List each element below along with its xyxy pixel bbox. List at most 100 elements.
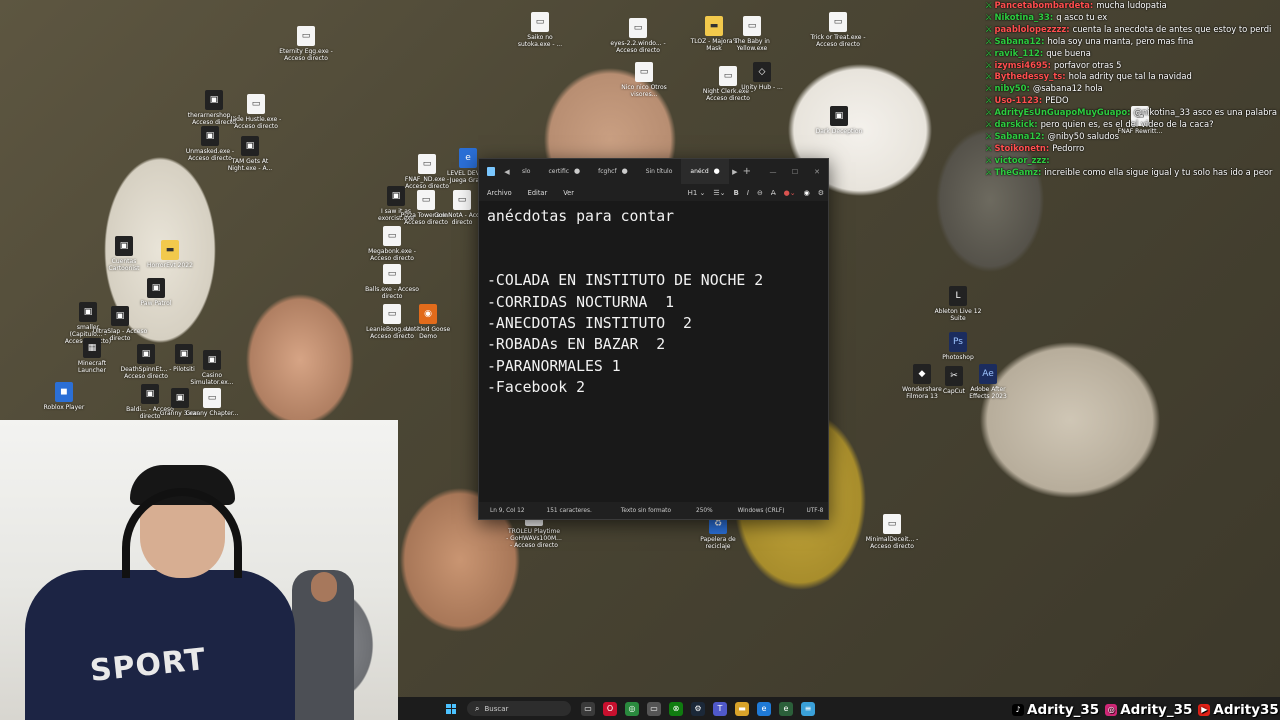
chat-message: ⚔ Stoikonetn: Pedorro <box>985 143 1280 155</box>
heading-select[interactable]: H1 ⌄ <box>688 189 706 197</box>
desktop-icon[interactable]: ▣ Dark Deception <box>811 106 867 135</box>
notepad-icon[interactable]: ≡ <box>801 701 815 716</box>
desktop-icon[interactable]: Ps Photoshop <box>930 332 986 361</box>
file-icon: ▭ <box>883 514 901 534</box>
game-icon: ▣ <box>115 236 133 256</box>
desktop-icon[interactable]: ▭ Megabonk.exe - Acceso directo <box>364 226 420 262</box>
new-tab-button[interactable]: + <box>741 166 753 177</box>
notepad-tab[interactable]: anécd ● <box>681 159 729 184</box>
sword-badge-icon: ⚔ <box>985 130 993 141</box>
account-icon[interactable]: ◉ <box>804 189 810 197</box>
roblox-icon: ◼ <box>55 382 73 402</box>
text-line: -PARANORMALES 1 <box>487 357 621 375</box>
desktop-icon[interactable]: ◼ Roblox Player <box>36 382 92 411</box>
desktop-icon[interactable]: ▣ Paw Patrol <box>128 278 184 307</box>
desktop-icon[interactable]: ▭ Eternity Egg.exe - Acceso directo <box>278 26 334 62</box>
file-icon: ▭ <box>383 226 401 246</box>
stream-chat-overlay: ⚔ Pancetabombardeta: mucha ludopatia ⚔ Nikot… <box>985 0 1280 179</box>
game-icon: ▣ <box>205 90 223 110</box>
desktop-icon[interactable]: ◉ Untitled Goose Demo <box>400 304 456 340</box>
maximize-icon[interactable]: ☐ <box>784 168 806 176</box>
chat-message: ⚔ victoor_zzz: <box>985 155 1280 167</box>
chat-username: Bythedessy_ts: <box>994 71 1066 82</box>
desktop-icon[interactable]: Ae Adobe After Effects 2023 <box>960 364 1016 400</box>
teams-icon[interactable]: T <box>713 701 727 716</box>
settings-gear-icon[interactable]: ⚙ <box>818 189 824 197</box>
desktop-icon[interactable]: ▣ Casino Simulator.ex... <box>184 350 240 386</box>
minimize-icon[interactable]: — <box>762 168 784 176</box>
streamer-body <box>25 570 295 720</box>
sword-badge-icon: ⚔ <box>985 47 993 58</box>
notepad-text-area[interactable]: anécdotas para contar -COLADA EN INSTITUT… <box>479 201 828 502</box>
list-format-icon[interactable]: ☰⌄ <box>713 189 725 197</box>
chat-message: ⚔ Sabana12: @niby50 saludos <box>985 131 1280 143</box>
steam-icon[interactable]: ⚙ <box>691 701 705 716</box>
taskbar-search[interactable]: ⌕ Buscar <box>467 701 571 716</box>
folder-icon: ▬ <box>161 240 179 260</box>
notepad-tab[interactable]: fcghcf ● <box>589 159 637 184</box>
chat-message: ⚔ Sabana12: hola soy una manta, pero mas f… <box>985 36 1280 48</box>
tab-label: anécd <box>690 168 709 175</box>
file-icon: ▭ <box>453 190 471 210</box>
desktop-icon[interactable]: ▭ Trick or Treat.exe - Acceso directo <box>810 12 866 48</box>
desktop-icon[interactable]: ▭ The Baby in Yellow.exe <box>724 16 780 52</box>
folder-icon[interactable]: ▬ <box>735 701 749 716</box>
file-icon: ▭ <box>247 94 265 114</box>
desktop-icon[interactable]: ▬ HorrorEvt 2022 <box>142 240 198 269</box>
notepad-tab[interactable]: certific ● <box>539 159 589 184</box>
sword-badge-icon: ⚔ <box>985 119 993 130</box>
file-icon[interactable]: ▭ <box>647 701 661 716</box>
game-icon: ▣ <box>203 350 221 370</box>
desktop-icon[interactable]: ▭ Nico nico Otros visores... <box>616 62 672 98</box>
clear-format-icon[interactable]: A̶ <box>771 189 776 197</box>
italic-icon[interactable]: I <box>747 189 749 197</box>
copilot-icon[interactable]: ●⌄ <box>784 189 796 197</box>
windows-start-icon[interactable] <box>446 703 456 714</box>
chat-message: ⚔ niby50: @sabana12 hola <box>985 83 1280 95</box>
bold-icon[interactable]: B <box>734 189 739 197</box>
desktop-icon-label: Minecraft Launcher <box>77 360 107 374</box>
tab-scroll-left-icon[interactable]: ◀ <box>501 168 513 176</box>
desktop-icon[interactable]: ▣ UltraSlap - Acceso directo <box>92 306 148 342</box>
tab-scroll-right-icon[interactable]: ▶ <box>729 168 741 176</box>
file-explorer-icon[interactable]: ▭ <box>581 701 595 716</box>
notepad-tab[interactable]: Sin título <box>637 159 682 184</box>
desktop-icon[interactable]: ▭ Jade Hustle.exe - Acceso directo <box>228 94 284 130</box>
social-youtube: ▶ Adrity35 <box>1198 702 1279 718</box>
folder-icon: ▬ <box>705 16 723 36</box>
edge-dev-icon[interactable]: e <box>779 701 793 716</box>
edge-icon[interactable]: e <box>757 701 771 716</box>
file-icon: ▭ <box>203 388 221 408</box>
chat-text: @niby50 saludos <box>1047 130 1120 141</box>
webcam-overlay: SPORT <box>0 420 398 720</box>
notepad-tab[interactable]: slo <box>513 159 539 184</box>
menu-editar[interactable]: Editar <box>520 189 556 197</box>
desktop-icon[interactable]: ◇ Unity Hub - ... <box>734 62 790 91</box>
desktop-icon-label: Granny Chapter... <box>185 410 239 417</box>
text-line: anécdotas para contar <box>487 208 675 225</box>
close-icon[interactable]: ✕ <box>806 168 828 176</box>
chat-text: Pedorro <box>1052 142 1085 153</box>
desktop-icon[interactable]: L Ableton Live 12 Suite <box>930 286 986 322</box>
file-icon: ▭ <box>418 154 436 174</box>
desktop-icon[interactable]: ▭ Saiko no sutoka.exe - ... <box>512 12 568 48</box>
chrome-icon[interactable]: ◎ <box>625 701 639 716</box>
tab-label: Sin título <box>645 168 673 175</box>
opera-icon[interactable]: O <box>603 701 617 716</box>
chat-text: pero quien es, es el del video de la cac… <box>1040 119 1214 130</box>
desktop-icon[interactable]: ▭ Balls.exe - Acceso directo <box>364 264 420 300</box>
menu-archivo[interactable]: Archivo <box>479 189 520 197</box>
social-tiktok: ♪ Adrity_35 <box>1012 702 1099 718</box>
unsaved-dot-icon: ● <box>574 167 581 175</box>
xbox-icon[interactable]: ⊗ <box>669 701 683 716</box>
desktop-icon[interactable]: ▭ eyes-2.2.windo... - Acceso directo <box>610 18 666 54</box>
desktop-icon[interactable]: ▣ TAM Gets At Night.exe - A... <box>222 136 278 172</box>
file-icon: ▭ <box>383 304 401 324</box>
link-icon[interactable]: ⊖ <box>757 189 763 197</box>
desktop-icon[interactable]: ▭ Granny Chapter... <box>184 388 240 417</box>
menu-ver[interactable]: Ver <box>555 189 582 197</box>
desktop-icon[interactable]: ▭ MinimalDeceit... - Acceso directo <box>864 514 920 550</box>
desktop-icon[interactable]: ▦ Minecraft Launcher <box>64 338 120 374</box>
chat-message: ⚔ Nikotina_33: q asco tu ex <box>985 12 1280 24</box>
desktop-icon-label: Unity Hub - ... <box>741 84 783 91</box>
